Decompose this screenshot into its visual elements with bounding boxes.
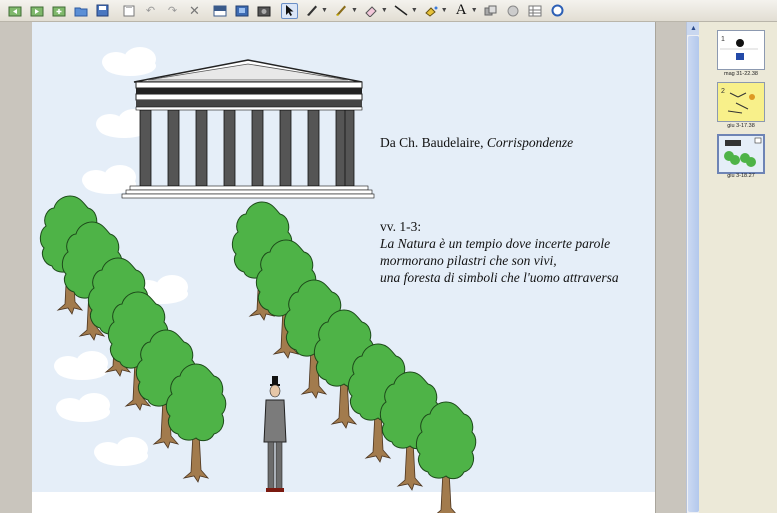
screen-shade-icon[interactable] — [211, 3, 228, 19]
right-gutter — [655, 22, 687, 513]
delete-icon[interactable]: ✕ — [186, 3, 203, 19]
pen-icon[interactable] — [303, 3, 320, 19]
temple-illustration — [121, 59, 375, 199]
page-thumbnail-1[interactable]: 1 — [717, 30, 765, 70]
citation-line: Da Ch. Baudelaire, Corrispondenze — [380, 134, 573, 151]
eraser-dropdown-icon[interactable]: ▼ — [381, 7, 388, 14]
open-file-icon[interactable] — [72, 3, 89, 19]
select-icon[interactable] — [281, 2, 298, 19]
svg-text:2: 2 — [721, 88, 725, 95]
vertical-scrollbar[interactable]: ▲ — [686, 22, 700, 513]
pen-dropdown-icon[interactable]: ▼ — [321, 7, 328, 14]
page-thumbnail-2-label: giu 3-17.38 — [727, 123, 755, 129]
table-icon[interactable] — [527, 3, 544, 19]
verse-block: vv. 1-3: La Natura è un tempio dove ince… — [380, 218, 619, 286]
gallery-icon[interactable] — [505, 3, 522, 19]
scrollbar-thumb[interactable] — [688, 36, 699, 512]
highlighter-dropdown-icon[interactable]: ▼ — [351, 7, 358, 14]
highlighter-icon[interactable] — [333, 3, 350, 19]
fill-dropdown-icon[interactable]: ▼ — [441, 7, 448, 14]
next-page-icon[interactable] — [28, 3, 45, 19]
page-thumbnail-3[interactable] — [717, 134, 765, 174]
page-thumbnail-2[interactable]: 2 — [717, 82, 765, 122]
verse-reference: vv. 1-3: — [380, 219, 422, 234]
page-thumbnail-3-label: giu 3-18.27 — [727, 173, 755, 179]
text-dropdown-icon[interactable]: ▼ — [471, 7, 478, 14]
left-side-panel — [0, 22, 33, 513]
verse-line-1: La Natura è un tempio dove incerte parol… — [380, 236, 611, 251]
properties-icon[interactable] — [549, 3, 566, 19]
fill-icon[interactable] — [423, 3, 440, 19]
capture-icon[interactable] — [233, 3, 250, 19]
text-icon[interactable]: A — [453, 2, 470, 19]
main-toolbar: ↶ ↷ ✕ ▼ ▼ ▼ ▼ ▼ A ▼ — [0, 0, 777, 22]
redo-icon[interactable]: ↷ — [164, 3, 181, 19]
camera-icon[interactable] — [255, 3, 272, 19]
shapes-icon[interactable] — [483, 3, 500, 19]
citation-title: Corrispondenze — [486, 135, 574, 150]
svg-text:1: 1 — [721, 36, 725, 43]
page-sorter-panel: 1 mag 31-22.38 2 giu 3-17.38 giu 3-18.27 — [699, 22, 777, 513]
eraser-icon[interactable] — [363, 3, 380, 19]
add-page-icon[interactable] — [50, 3, 67, 19]
man-figure — [263, 376, 287, 492]
verse-line-3: una foresta di simboli che l'uomo attrav… — [380, 270, 619, 285]
line-icon[interactable] — [393, 3, 410, 19]
citation-author: Da Ch. Baudelaire, — [380, 135, 487, 150]
undo-icon[interactable]: ↶ — [142, 3, 159, 19]
paste-icon[interactable] — [120, 3, 137, 19]
verse-line-2: mormorano pilastri che son vivi, — [380, 253, 557, 268]
page-thumbnail-1-label: mag 31-22.38 — [724, 71, 758, 77]
whiteboard-canvas[interactable]: Da Ch. Baudelaire, Corrispondenze vv. 1-… — [32, 22, 655, 513]
save-icon[interactable] — [94, 3, 111, 19]
previous-page-icon[interactable] — [6, 3, 23, 19]
line-dropdown-icon[interactable]: ▼ — [411, 7, 418, 14]
